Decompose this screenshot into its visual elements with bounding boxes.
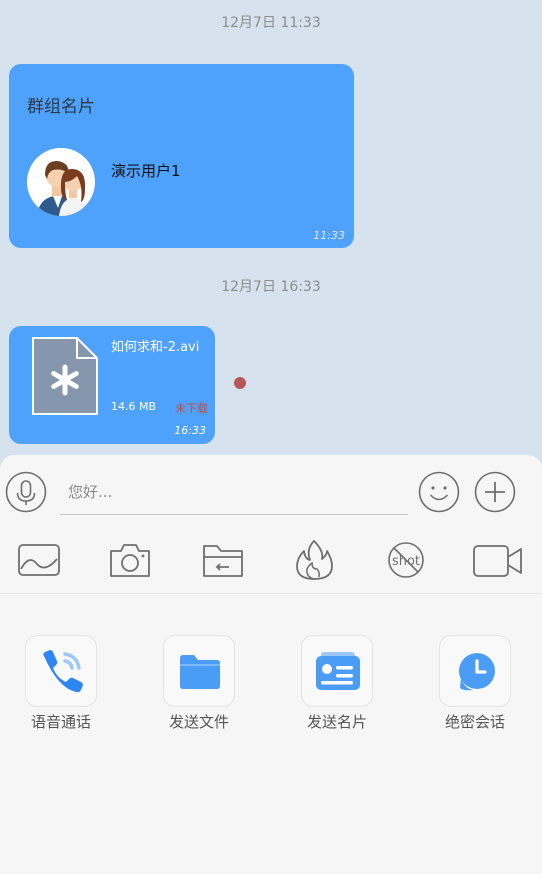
camera-icon[interactable] — [108, 540, 152, 580]
message-time: 11:33 — [313, 229, 345, 242]
voice-call-label: 语音通话 — [30, 713, 91, 731]
image-icon[interactable] — [17, 542, 61, 578]
folder-icon — [180, 655, 220, 689]
message-time: 16:33 — [174, 424, 206, 437]
send-file-label: 发送文件 — [168, 713, 229, 731]
unread-dot — [234, 377, 246, 389]
file-name: 如何求和-2.avi — [111, 340, 200, 355]
card-icon — [316, 652, 360, 690]
plus-icon[interactable] — [474, 471, 516, 513]
card-title: 群组名片 — [27, 97, 95, 117]
message-timestamp: 12月7日 16:33 — [221, 279, 321, 295]
input-underline — [60, 514, 408, 515]
input-panel: shot 语音通话 发送文件 发送名片 — [0, 455, 542, 874]
secret-chat-label: 绝密会话 — [444, 713, 505, 731]
clock-icon — [459, 653, 495, 691]
send-file-button[interactable] — [163, 635, 235, 707]
download-status[interactable]: 未下载 — [175, 400, 208, 416]
screenshot-icon[interactable]: shot — [386, 541, 426, 579]
chat-area: 12月7日 11:33 群组名片 演示用户1 11:33 12月7日 16:33 — [0, 0, 542, 455]
file-size: 14.6 MB — [111, 400, 157, 413]
emoji-icon[interactable] — [418, 471, 460, 513]
avatar — [27, 148, 95, 216]
card-contact-name: 演示用户1 — [111, 162, 181, 180]
file-icon — [32, 337, 98, 415]
send-card-button[interactable] — [301, 635, 373, 707]
contact-card-message[interactable]: 群组名片 演示用户1 11:33 — [9, 64, 354, 248]
file-message[interactable]: 如何求和-2.avi 14.6 MB 未下载 16:33 — [9, 326, 215, 444]
send-card-label: 发送名片 — [306, 713, 367, 731]
message-input[interactable] — [68, 477, 398, 507]
microphone-icon[interactable] — [5, 471, 47, 513]
secret-chat-button[interactable] — [439, 635, 511, 707]
folder-icon[interactable] — [201, 541, 245, 579]
message-timestamp: 12月7日 11:33 — [221, 15, 321, 31]
voice-call-button[interactable] — [25, 635, 97, 707]
video-icon[interactable] — [472, 543, 524, 579]
couple-avatar-icon — [27, 148, 95, 216]
panel-divider — [0, 593, 542, 594]
phone-icon — [43, 650, 83, 693]
flame-icon[interactable] — [294, 539, 334, 581]
shot-label: shot — [392, 554, 420, 569]
